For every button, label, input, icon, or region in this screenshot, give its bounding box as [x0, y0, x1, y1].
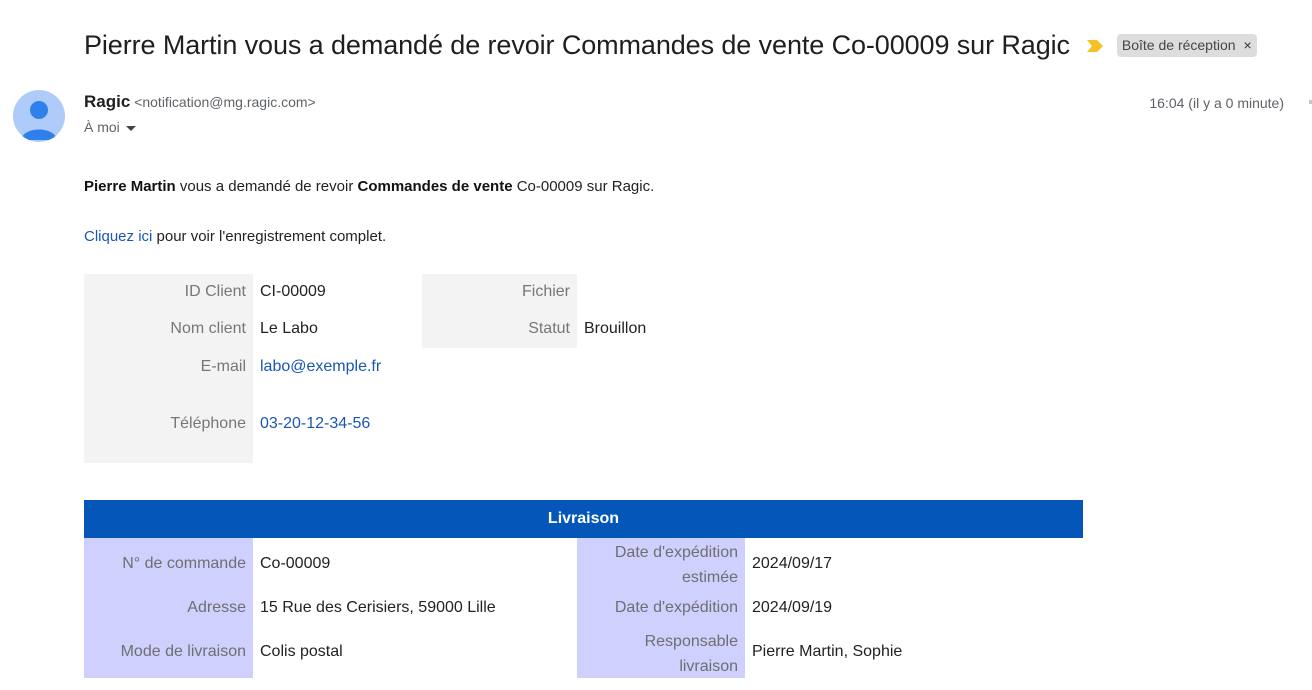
- field-value-commande: Co-00009: [260, 555, 331, 572]
- field-value-adresse: 15 Rue des Cerisiers, 59000 Lille: [260, 599, 496, 616]
- field-label-statut: Statut: [528, 320, 570, 337]
- field-label-id-client: ID Client: [184, 283, 246, 300]
- field-label-commande: N° de commande: [122, 555, 246, 572]
- field-label-date-expedition: Date d'expédition: [614, 599, 738, 616]
- sender-line: Ragic <notification@mg.ragic.com>: [84, 92, 316, 112]
- field-label-mode-livraison: Mode de livraison: [120, 643, 246, 660]
- message-text: pour voir l'enregistrement complet.: [152, 228, 387, 245]
- message-text: vous a demandé de revoir: [175, 178, 358, 195]
- field-label-adresse: Adresse: [187, 599, 246, 616]
- remove-label-icon[interactable]: ×: [1244, 37, 1252, 53]
- field-value-date-estimee: 2024/09/17: [752, 555, 833, 572]
- field-value-mode-livraison: Colis postal: [260, 643, 343, 660]
- importance-marker-icon[interactable]: [1086, 39, 1104, 53]
- label-line: Date d'expédition: [614, 544, 738, 561]
- recipient-line[interactable]: À moi: [84, 119, 136, 135]
- label-line: estimée: [681, 569, 738, 586]
- email-subject: Pierre Martin vous a demandé de revoir C…: [84, 30, 1070, 60]
- requester-name: Pierre Martin: [84, 178, 176, 195]
- field-label-nom-client: Nom client: [170, 320, 246, 337]
- field-value-statut: Brouillon: [584, 320, 647, 337]
- field-value-responsable: Pierre Martin, Sophie: [752, 643, 903, 660]
- field-value-email-link[interactable]: labo@exemple.fr: [253, 358, 381, 376]
- sender-avatar[interactable]: [13, 90, 65, 142]
- email-timestamp: 16:04 (il y a 0 minute): [1149, 95, 1284, 111]
- sheet-name: Commandes de vente: [357, 178, 513, 195]
- label-line: livraison: [679, 658, 738, 675]
- inbox-label-text: Boîte de réception: [1121, 37, 1236, 53]
- email-subject-row: Pierre Martin vous a demandé de revoir C…: [84, 30, 1257, 61]
- field-label-telephone: Téléphone: [170, 415, 246, 432]
- message-line-2: Cliquez ici pour voir l'enregistrement c…: [84, 228, 386, 245]
- field-value-id-client: CI-00009: [260, 283, 326, 300]
- field-value-nom-client: Le Labo: [260, 320, 318, 337]
- field-label-email: E-mail: [200, 358, 246, 375]
- field-value-telephone-link[interactable]: 03-20-12-34-56: [253, 415, 370, 433]
- field-value-date-expedition: 2024/09/19: [752, 599, 833, 616]
- avatar-person-icon: [21, 101, 57, 140]
- field-label-responsable: Responsable livraison: [577, 629, 745, 679]
- field-label-date-estimee: Date d'expédition estimée: [577, 540, 745, 590]
- section-header-livraison: Livraison: [84, 500, 1083, 538]
- sender-email: <notification@mg.ragic.com>: [134, 94, 316, 110]
- message-text: Co-00009 sur Ragic.: [512, 178, 655, 195]
- recipient-details-dropdown-icon[interactable]: [125, 125, 136, 131]
- view-record-link[interactable]: Cliquez ici: [84, 228, 152, 245]
- inbox-label-chip[interactable]: Boîte de réception ×: [1116, 34, 1257, 57]
- message-line-1: Pierre Martin vous a demandé de revoir C…: [84, 178, 654, 195]
- label-line: Responsable: [644, 633, 738, 650]
- recipient-label: À moi: [84, 119, 120, 135]
- field-label-fichier: Fichier: [521, 283, 570, 300]
- sender-name[interactable]: Ragic: [84, 92, 130, 111]
